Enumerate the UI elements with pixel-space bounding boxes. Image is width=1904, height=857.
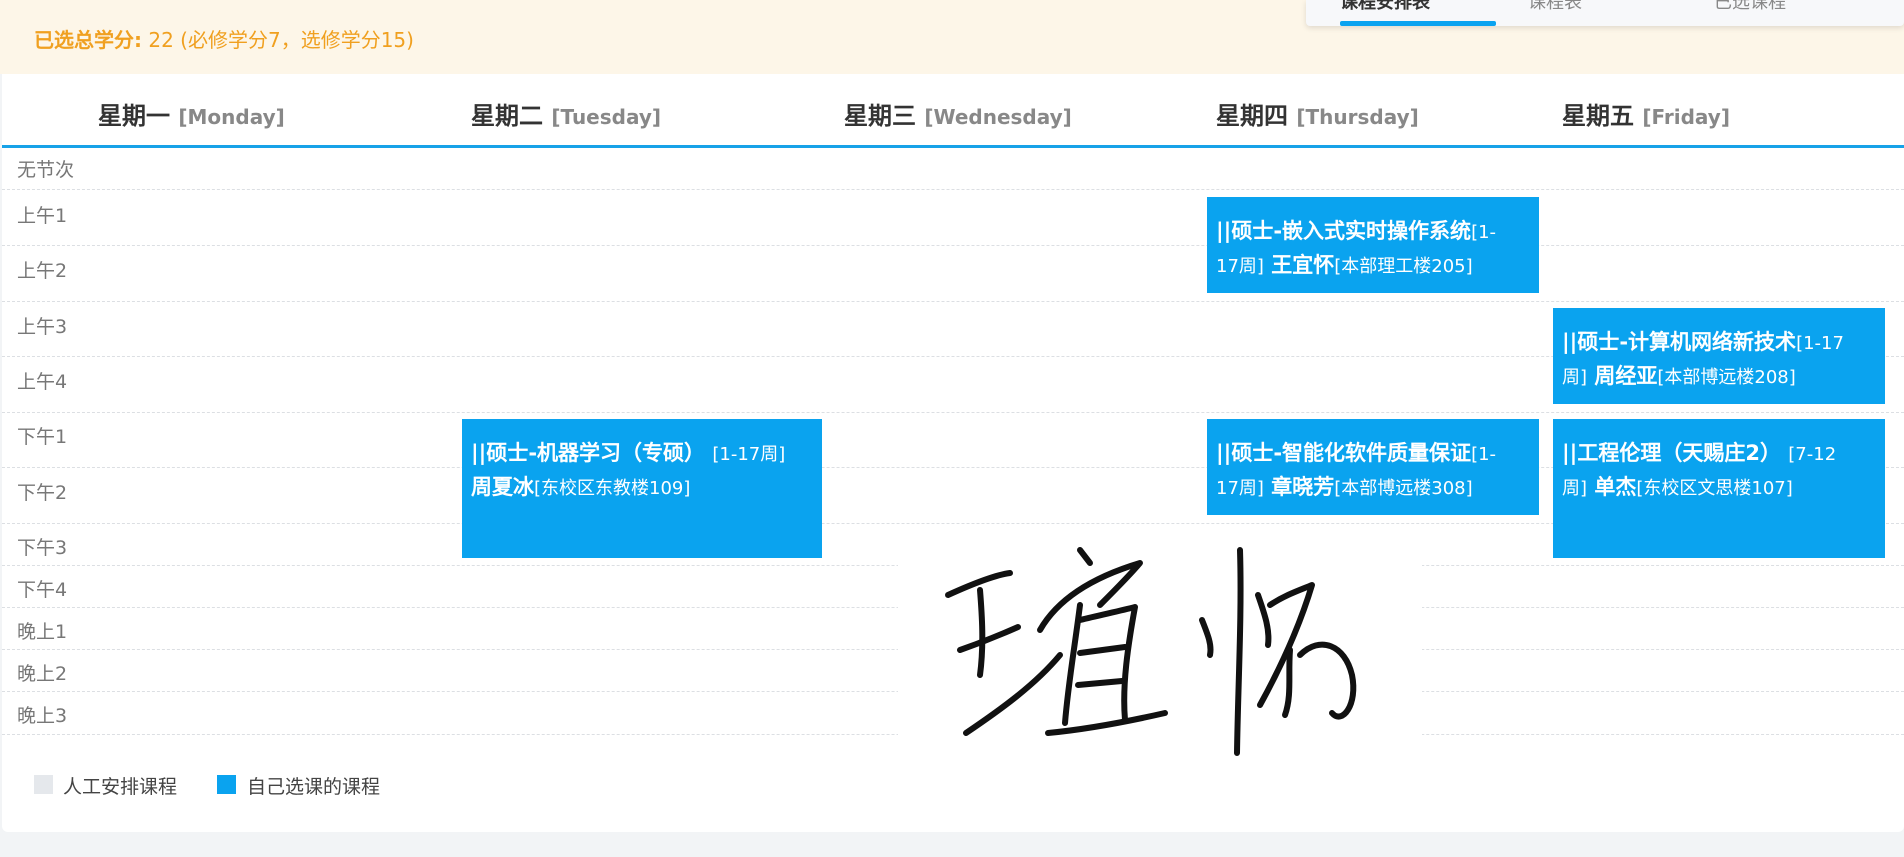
row-divider <box>2 301 1904 302</box>
course-weeks: [1-17周] <box>712 444 786 465</box>
course-card-machine-learning[interactable]: ||硕士-机器学习（专硕） [1-17周] 周夏冰[东校区东教楼109] <box>462 419 822 558</box>
course-title: ||工程伦理（天赐庄2） <box>1562 441 1781 465</box>
course-weeks: [1- <box>1471 444 1497 465</box>
day-en: [Monday] <box>178 105 285 129</box>
tab-timetable[interactable]: 课程表 <box>1528 0 1582 14</box>
day-en: [Tuesday] <box>551 105 662 129</box>
day-cn: 星期一 <box>98 102 170 130</box>
view-tabs: 课程安排表 课程表 已选课程 <box>1306 0 1904 26</box>
row-divider <box>2 412 1904 413</box>
tab-course-arrangement[interactable]: 课程安排表 <box>1340 0 1430 14</box>
header-divider <box>2 145 1904 148</box>
course-card-engineering-ethics[interactable]: ||工程伦理（天赐庄2） [7-12 周] 单杰[东校区文思楼107] <box>1553 419 1885 558</box>
legend-swatch-self-selected <box>217 775 236 794</box>
legend-label-manual: 人工安排课程 <box>63 776 178 798</box>
course-teacher: 王宜怀 <box>1271 253 1335 277</box>
period-label: 上午1 <box>17 205 68 227</box>
day-en: [Friday] <box>1642 105 1730 129</box>
day-header-wednesday: 星期三 [Wednesday] <box>844 96 1072 131</box>
course-weeks: [1- <box>1471 222 1497 243</box>
period-label: 晚上2 <box>17 663 68 685</box>
course-teacher: 周夏冰 <box>471 475 534 499</box>
course-room: [本部博远楼208] <box>1657 367 1796 388</box>
row-divider <box>2 245 1904 246</box>
day-header-monday: 星期一 [Monday] <box>98 96 285 131</box>
course-teacher: 章晓芳 <box>1271 475 1335 499</box>
course-title: ||硕士-嵌入式实时操作系统 <box>1216 219 1472 243</box>
active-tab-indicator <box>1340 21 1496 26</box>
course-room: [本部理工楼205] <box>1334 256 1473 277</box>
course-weeks-cont: 周] <box>1562 478 1588 499</box>
course-weeks-cont: 17周] <box>1216 478 1264 499</box>
course-room: [东校区东教楼109] <box>534 478 691 499</box>
day-en: [Wednesday] <box>924 105 1072 129</box>
day-cn: 星期三 <box>844 102 916 130</box>
period-label: 下午3 <box>17 537 68 559</box>
course-card-software-quality[interactable]: ||硕士-智能化软件质量保证[1- 17周] 章晓芳[本部博远楼308] <box>1207 419 1539 515</box>
course-card-network-tech[interactable]: ||硕士-计算机网络新技术[1-17 周] 周经亚[本部博远楼208] <box>1553 308 1885 404</box>
course-weeks-cont: 17周] <box>1216 256 1264 277</box>
course-weeks: [1-17 <box>1796 333 1844 354</box>
course-title: ||硕士-计算机网络新技术 <box>1562 330 1797 354</box>
period-label: 上午3 <box>17 316 68 338</box>
legend-swatch-manual <box>34 775 53 794</box>
course-weeks: [7-12 <box>1788 444 1837 465</box>
credit-value: 22 (必修学分7，选修学分15) <box>148 28 414 52</box>
day-en: [Thursday] <box>1296 105 1419 129</box>
period-label: 上午4 <box>17 371 68 393</box>
period-label: 无节次 <box>17 159 75 181</box>
day-header-tuesday: 星期二 [Tuesday] <box>471 96 661 131</box>
legend-label-self-selected: 自己选课的课程 <box>247 776 381 798</box>
period-label: 下午4 <box>17 579 68 601</box>
course-title: ||硕士-智能化软件质量保证 <box>1216 441 1472 465</box>
course-weeks-cont: 周] <box>1562 367 1588 388</box>
course-teacher: 单杰 <box>1594 475 1637 499</box>
course-title: ||硕士-机器学习（专硕） <box>471 441 706 465</box>
credit-label: 已选总学分: <box>34 28 142 52</box>
day-cn: 星期二 <box>471 102 543 130</box>
day-cn: 星期五 <box>1562 102 1634 130</box>
period-label: 上午2 <box>17 260 68 282</box>
period-label: 下午2 <box>17 482 68 504</box>
day-cn: 星期四 <box>1216 102 1288 130</box>
credit-summary: 已选总学分: 22 (必修学分7，选修学分15) <box>34 24 414 53</box>
handwritten-signature <box>945 547 1357 756</box>
course-card-embedded-rtos[interactable]: ||硕士-嵌入式实时操作系统[1- 17周] 王宜怀[本部理工楼205] <box>1207 197 1539 293</box>
course-room: [东校区文思楼107] <box>1636 478 1793 499</box>
period-label: 下午1 <box>17 426 68 448</box>
period-label: 晚上1 <box>17 621 68 643</box>
day-header-thursday: 星期四 [Thursday] <box>1216 96 1419 131</box>
tab-selected-courses[interactable]: 已选课程 <box>1714 0 1786 14</box>
day-header-friday: 星期五 [Friday] <box>1562 96 1730 131</box>
row-divider <box>2 189 1904 190</box>
course-room: [本部博远楼308] <box>1334 478 1473 499</box>
period-label: 晚上3 <box>17 705 68 727</box>
course-teacher: 周经亚 <box>1594 364 1658 388</box>
